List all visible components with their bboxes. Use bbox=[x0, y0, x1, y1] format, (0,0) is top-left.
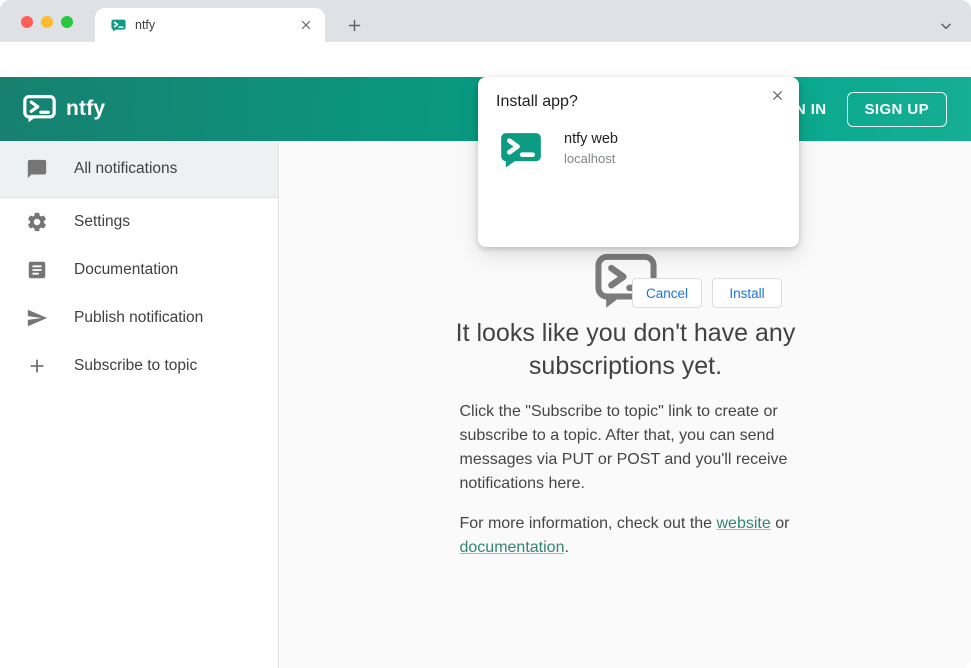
chat-icon bbox=[27, 159, 47, 179]
sidebar-item-documentation[interactable]: Documentation bbox=[0, 246, 278, 294]
empty-state-paragraph2: For more information, check out the webs… bbox=[460, 512, 792, 560]
documentation-link[interactable]: documentation bbox=[460, 539, 565, 556]
paragraph2-suffix: . bbox=[564, 539, 569, 556]
empty-state-heading: It looks like you don't have any subscri… bbox=[456, 317, 796, 382]
heading-line2: subscriptions yet. bbox=[528, 351, 723, 380]
sidebar-item-subscribe-to-topic[interactable]: Subscribe to topic bbox=[0, 342, 278, 390]
sidebar-item-label: Subscribe to topic bbox=[74, 357, 198, 374]
plus-icon bbox=[30, 359, 44, 373]
tab-close-icon[interactable] bbox=[297, 16, 315, 34]
empty-state-text: Click the "Subscribe to topic" link to c… bbox=[460, 400, 792, 560]
ntfy-logo-icon bbox=[23, 95, 56, 123]
tab-strip: ntfy bbox=[0, 0, 971, 42]
website-link[interactable]: website bbox=[717, 515, 771, 532]
cancel-button[interactable]: Cancel bbox=[632, 278, 702, 308]
paragraph2-prefix: For more information, check out the bbox=[459, 515, 717, 532]
paragraph2-middle: or bbox=[770, 515, 790, 532]
heading-line1: It looks like you don't have any bbox=[455, 319, 796, 347]
dialog-title: Install app? bbox=[496, 93, 578, 110]
empty-state-paragraph1: Click the "Subscribe to topic" link to c… bbox=[459, 403, 788, 492]
send-icon bbox=[27, 309, 48, 327]
minimize-window-button[interactable] bbox=[41, 16, 53, 28]
install-app-dialog: Install app? ntfy web localhost Cancel I… bbox=[478, 77, 799, 308]
sidebar-item-publish-notification[interactable]: Publish notification bbox=[0, 294, 278, 342]
browser-tab-ntfy[interactable]: ntfy bbox=[95, 8, 325, 42]
sidebar-item-label: Publish notification bbox=[74, 309, 204, 326]
new-tab-button[interactable] bbox=[342, 13, 366, 37]
tab-title: ntfy bbox=[135, 18, 156, 32]
ntfy-favicon-icon bbox=[111, 19, 126, 32]
ntfy-app-icon bbox=[501, 133, 541, 168]
sidebar-item-label: Settings bbox=[74, 213, 131, 230]
browser-toolbar: localhost bbox=[0, 42, 971, 115]
sidebar: All notifications Settings Documentation… bbox=[0, 141, 279, 668]
dialog-close-icon[interactable] bbox=[765, 83, 789, 107]
sidebar-item-label: All notifications bbox=[74, 160, 178, 177]
brand-title: ntfy bbox=[66, 97, 106, 120]
dialog-app-name: ntfy web bbox=[564, 131, 618, 147]
sidebar-item-all-notifications[interactable]: All notifications bbox=[0, 141, 278, 198]
install-button[interactable]: Install bbox=[712, 278, 782, 308]
close-window-button[interactable] bbox=[21, 16, 33, 28]
sidebar-item-label: Documentation bbox=[74, 261, 179, 278]
gear-icon bbox=[28, 212, 46, 232]
maximize-window-button[interactable] bbox=[61, 16, 73, 28]
sidebar-item-settings[interactable]: Settings bbox=[0, 198, 278, 246]
dialog-app-origin: localhost bbox=[564, 151, 616, 166]
article-icon bbox=[28, 261, 46, 279]
sign-up-button[interactable]: SIGN UP bbox=[846, 91, 947, 127]
tab-search-chevron-icon[interactable] bbox=[934, 14, 958, 38]
browser-window: ntfy localhost bbox=[0, 0, 971, 668]
